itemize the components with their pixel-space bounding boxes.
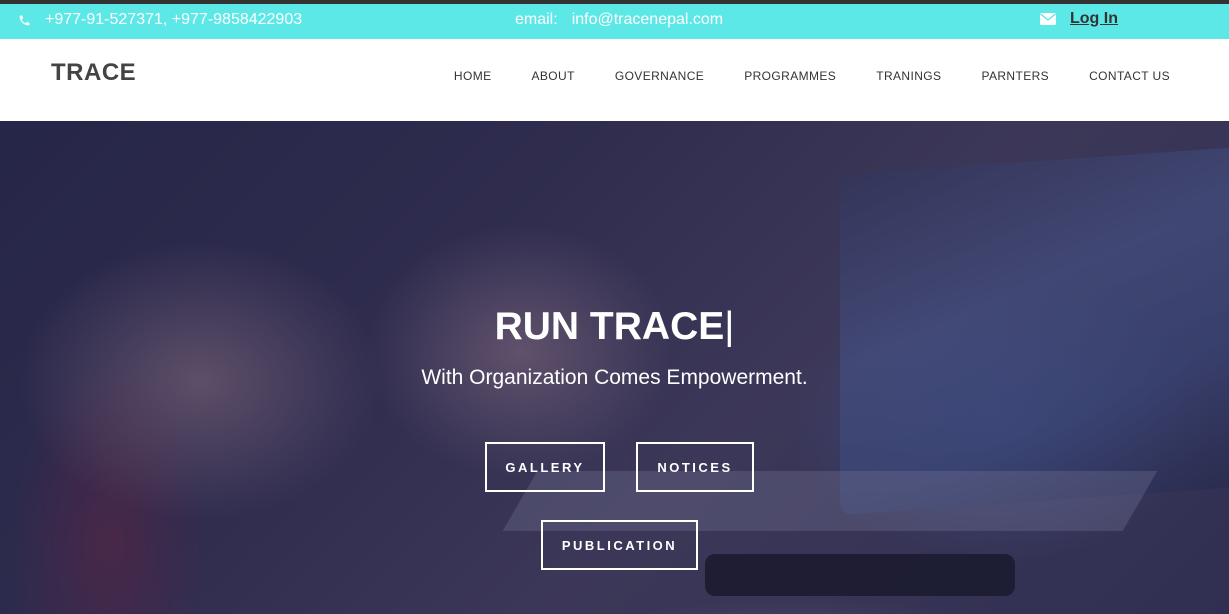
- nav-item-programmes[interactable]: PROGRAMMES: [744, 69, 836, 83]
- nav-item-home[interactable]: HOME: [454, 69, 492, 83]
- login-link[interactable]: Log In: [1070, 10, 1118, 28]
- phone-numbers: +977-91-527371, +977-9858422903: [45, 11, 303, 28]
- login-area: Log In: [1040, 10, 1118, 28]
- hero-title: RUN TRACE|: [0, 305, 1229, 349]
- nav-item-partners[interactable]: PARNTERS: [981, 69, 1049, 83]
- email-contact: email: info@tracenepal.com: [515, 11, 723, 29]
- nav-item-about[interactable]: ABOUT: [532, 69, 575, 83]
- typing-cursor: |: [724, 305, 735, 348]
- phone-contact: +977-91-527371, +977-9858422903: [18, 11, 302, 29]
- nav-menu: HOME ABOUT GOVERNANCE PROGRAMMES TRANING…: [454, 69, 1170, 83]
- hero-content: RUN TRACE| With Organization Comes Empow…: [0, 121, 1229, 614]
- hero-subtitle: With Organization Comes Empowerment.: [421, 366, 808, 389]
- nav-item-trainings[interactable]: TRANINGS: [876, 69, 941, 83]
- publication-button[interactable]: PUBLICATION: [541, 520, 698, 570]
- gallery-button[interactable]: GALLERY: [485, 442, 605, 492]
- notices-button[interactable]: NOTICES: [636, 442, 754, 492]
- phone-icon: [18, 14, 31, 27]
- brand-logo[interactable]: TRACE: [51, 59, 136, 87]
- envelope-icon: [1040, 13, 1056, 25]
- hero-title-text: RUN TRACE: [494, 305, 725, 348]
- nav-item-governance[interactable]: GOVERNANCE: [615, 69, 704, 83]
- email-label: email:: [515, 11, 558, 28]
- hero-banner: RUN TRACE| With Organization Comes Empow…: [0, 121, 1229, 614]
- nav-item-contact[interactable]: CONTACT US: [1089, 69, 1170, 83]
- email-address[interactable]: info@tracenepal.com: [572, 11, 723, 29]
- main-navbar: TRACE HOME ABOUT GOVERNANCE PROGRAMMES T…: [0, 39, 1229, 121]
- contact-topbar: +977-91-527371, +977-9858422903 email: i…: [0, 4, 1229, 39]
